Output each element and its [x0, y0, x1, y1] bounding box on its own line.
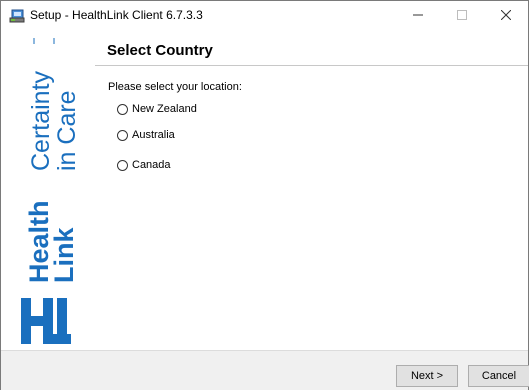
- radio-australia[interactable]: Australia: [117, 127, 175, 143]
- brand-name: Health Link: [1, 177, 95, 287]
- radio-label[interactable]: Canada: [132, 159, 171, 171]
- brand-tagline-line2: in Care: [53, 90, 81, 171]
- healthlink-logo-icon: [19, 294, 73, 348]
- radio-new-zealand[interactable]: New Zealand: [117, 101, 197, 117]
- radio-label[interactable]: Australia: [132, 129, 175, 141]
- radio-label[interactable]: New Zealand: [132, 103, 197, 115]
- page-title: Select Country: [107, 42, 213, 59]
- radio-button-icon[interactable]: [117, 159, 128, 171]
- maximize-icon: [457, 7, 467, 25]
- minimize-button[interactable]: [396, 1, 440, 31]
- radio-button-icon[interactable]: [117, 103, 128, 115]
- next-button[interactable]: Next >: [396, 365, 458, 387]
- header-divider: [95, 65, 528, 66]
- cancel-button[interactable]: Cancel: [468, 365, 529, 387]
- button-bar: Next > Cancel: [1, 350, 529, 390]
- maximize-button[interactable]: [440, 1, 484, 31]
- close-button[interactable]: [484, 1, 528, 31]
- setup-app-icon: [9, 8, 25, 24]
- location-prompt: Please select your location:: [108, 81, 242, 93]
- close-icon: [500, 7, 512, 25]
- radio-canada[interactable]: Canada: [117, 157, 171, 173]
- brand-name-line2: Link: [49, 227, 79, 283]
- radio-button-icon[interactable]: [117, 129, 128, 141]
- minimize-icon: [413, 7, 423, 25]
- brand-tagline: Certainty in Care: [1, 32, 95, 192]
- title-bar[interactable]: Setup - HealthLink Client 6.7.3.3: [1, 1, 528, 31]
- brand-tagline-line1: Certainty: [27, 70, 55, 171]
- setup-window: Setup - HealthLink Client 6.7.3.3 Certai…: [0, 0, 529, 390]
- brand-panel: Certainty in Care Health Link: [1, 32, 95, 349]
- window-title: Setup - HealthLink Client 6.7.3.3: [30, 8, 203, 22]
